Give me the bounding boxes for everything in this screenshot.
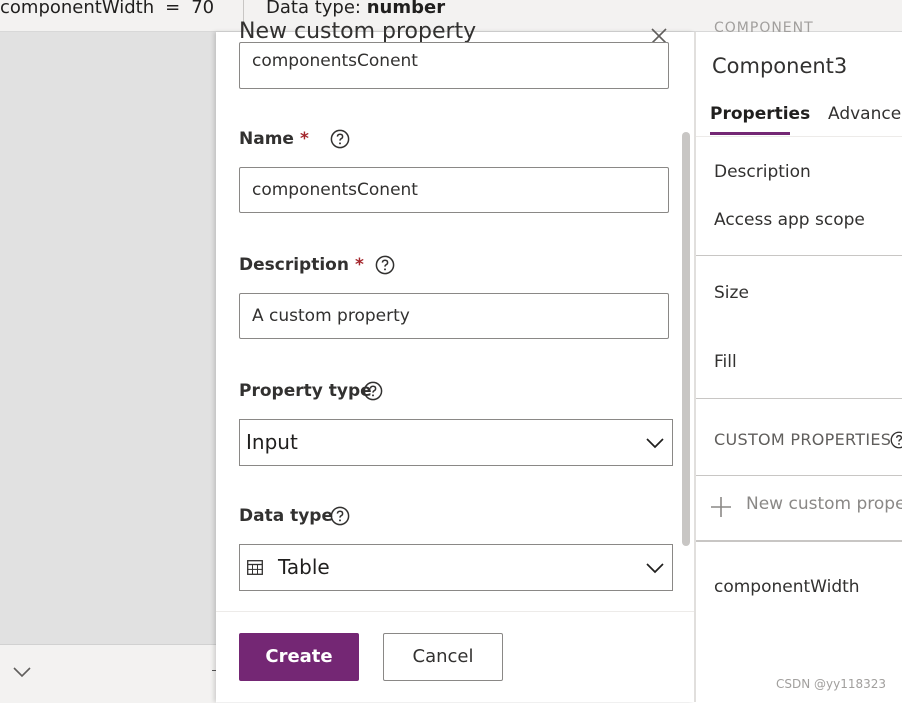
table-icon	[247, 560, 263, 575]
active-tab-indicator	[710, 132, 790, 135]
help-icon[interactable]	[890, 431, 902, 449]
section-divider	[696, 475, 902, 476]
app-canvas[interactable]	[0, 32, 216, 644]
section-divider	[696, 255, 902, 256]
description-label-text: Description	[239, 255, 349, 275]
property-row-access-app-scope[interactable]: Access app scope	[714, 210, 865, 230]
create-button[interactable]: Create	[239, 633, 359, 681]
chevron-down-icon	[646, 438, 664, 449]
formula-property-name: componentWidth	[0, 0, 155, 18]
dialog-title: New custom property	[239, 19, 477, 44]
tab-properties[interactable]: Properties	[710, 104, 810, 124]
plus-icon	[711, 497, 731, 517]
footer-divider	[216, 611, 694, 612]
tabs-divider	[696, 136, 902, 137]
component-name[interactable]: Component3	[712, 54, 847, 78]
formula-value: 70	[191, 0, 215, 18]
display-name-input[interactable]: componentsConent	[239, 42, 669, 89]
name-label: Name *	[239, 129, 309, 149]
tab-advanced[interactable]: Advanced	[828, 104, 902, 124]
property-row-size[interactable]: Size	[714, 283, 749, 303]
chevron-down-icon	[646, 563, 664, 574]
dialog-scrollbar[interactable]	[682, 132, 690, 546]
help-icon[interactable]	[330, 506, 350, 526]
property-row-description[interactable]: Description	[714, 162, 811, 182]
help-icon[interactable]	[363, 381, 383, 401]
formula-data-type: Data type: number	[266, 0, 445, 18]
data-type-label: Data type	[239, 506, 334, 526]
chevron-down-icon[interactable]	[12, 665, 32, 679]
name-input[interactable]: componentsConent	[239, 167, 669, 213]
cancel-button[interactable]: Cancel	[383, 633, 503, 681]
help-icon[interactable]	[330, 129, 350, 149]
data-type-value: Table	[278, 555, 330, 579]
data-type-value: number	[366, 0, 446, 18]
data-type-dropdown[interactable]: Table	[239, 544, 673, 591]
description-input[interactable]: A custom property	[239, 293, 669, 339]
property-type-label: Property type	[239, 381, 372, 401]
description-label: Description *	[239, 255, 364, 275]
watermark: CSDN @yy118323	[776, 677, 887, 691]
required-mark: *	[299, 129, 309, 149]
name-label-text: Name	[239, 129, 294, 149]
section-divider	[696, 398, 902, 399]
property-row-fill[interactable]: Fill	[714, 352, 737, 372]
panel-header-label: COMPONENT	[714, 20, 814, 36]
section-divider	[696, 540, 902, 542]
properties-panel: COMPONENT Component3 Properties Advance d…	[694, 20, 902, 702]
custom-property-item[interactable]: componentWidth	[714, 577, 860, 597]
new-custom-property-label: New custom proper	[746, 494, 902, 514]
property-type-value: Input	[246, 430, 298, 454]
bottom-bar	[0, 644, 216, 703]
new-custom-property-dialog: New custom property componentsConent Nam…	[216, 19, 694, 702]
custom-properties-header: CUSTOM PROPERTIES	[714, 430, 892, 449]
required-mark: *	[354, 255, 364, 275]
help-icon[interactable]	[375, 255, 395, 275]
formula-equals: =	[165, 0, 181, 18]
formula-text[interactable]: componentWidth = 70	[0, 0, 214, 18]
data-type-label: Data type:	[266, 0, 361, 18]
property-type-dropdown[interactable]: Input	[239, 419, 673, 466]
